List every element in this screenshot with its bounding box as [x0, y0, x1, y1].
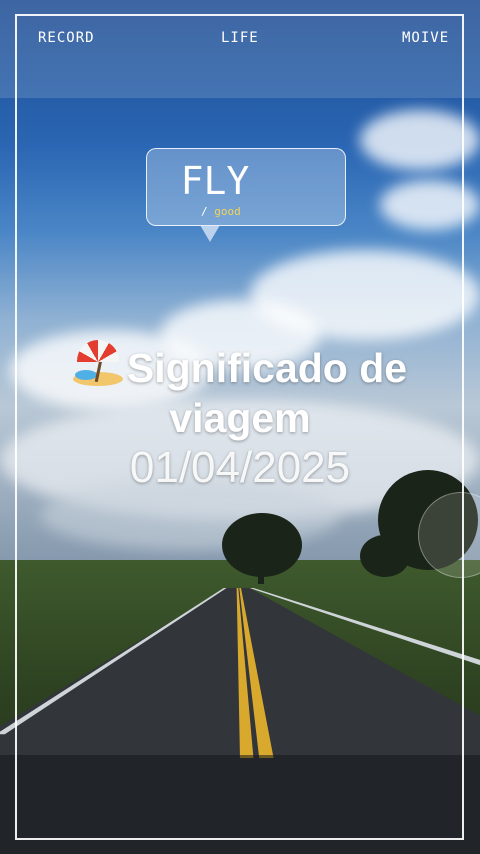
beach-umbrella-icon — [72, 340, 123, 388]
caption-title-line1: Significado de — [126, 345, 408, 391]
caption: Significado de viagem 01/04/2025 — [0, 340, 480, 495]
top-nav: RECORD LIFE MOIVE — [0, 26, 480, 54]
nav-record[interactable]: RECORD — [38, 30, 95, 46]
bubble-title: FLY — [180, 159, 250, 203]
bubble-sub-word: good — [214, 205, 241, 218]
bubble-subtitle: / good — [201, 205, 241, 218]
bubble-sub-prefix: / — [201, 205, 208, 218]
speech-bubble-tail — [200, 225, 220, 242]
speech-bubble: FLY / good — [146, 148, 346, 226]
caption-title: Significado de — [0, 340, 480, 393]
nav-moive[interactable]: MOIVE — [402, 30, 449, 46]
nav-life[interactable]: LIFE — [221, 30, 259, 46]
caption-title-line2: viagem — [169, 395, 311, 441]
caption-date: 01/04/2025 — [129, 443, 351, 492]
